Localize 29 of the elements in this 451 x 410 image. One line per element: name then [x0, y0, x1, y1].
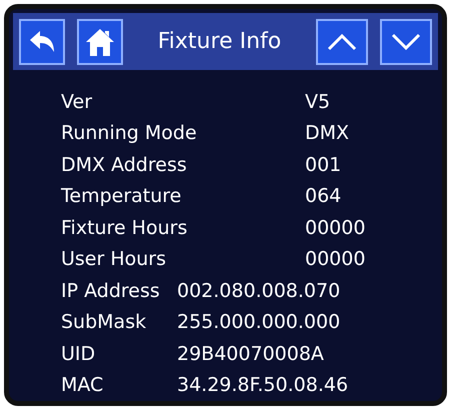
screen-title: Fixture Info	[156, 29, 282, 54]
info-label: IP Address	[61, 280, 161, 302]
info-value: 00000	[305, 248, 366, 270]
info-label: UID	[61, 342, 96, 365]
home-button[interactable]	[77, 18, 123, 64]
info-value: 002.080.008.070	[177, 280, 340, 302]
chevron-down-icon	[391, 32, 421, 50]
info-label: MAC	[61, 374, 104, 396]
info-value: 34.29.8F.50.08.46	[177, 374, 348, 396]
info-label: Ver	[61, 90, 94, 113]
back-arrow-icon	[28, 30, 56, 54]
info-label: SubMask	[61, 311, 148, 334]
scroll-down-button[interactable]	[380, 18, 432, 64]
scroll-up-button[interactable]	[316, 18, 368, 64]
house-icon	[85, 26, 115, 56]
info-value: 001	[305, 154, 342, 176]
info-value: 255.000.000.000	[177, 311, 340, 334]
back-button[interactable]	[19, 18, 65, 64]
info-value: 064	[305, 185, 342, 208]
info-label: Running Mode	[61, 122, 198, 144]
info-label: Fixture Hours	[61, 216, 188, 239]
info-label: Temperature	[61, 185, 182, 208]
info-label: User Hours	[61, 248, 168, 270]
info-value: 29B40070008A	[177, 342, 324, 365]
info-label: DMX Address	[61, 154, 188, 176]
info-value: DMX	[305, 122, 350, 144]
info-value: V5	[305, 90, 330, 113]
chevron-up-icon	[327, 32, 357, 50]
info-value: 00000	[305, 216, 366, 239]
